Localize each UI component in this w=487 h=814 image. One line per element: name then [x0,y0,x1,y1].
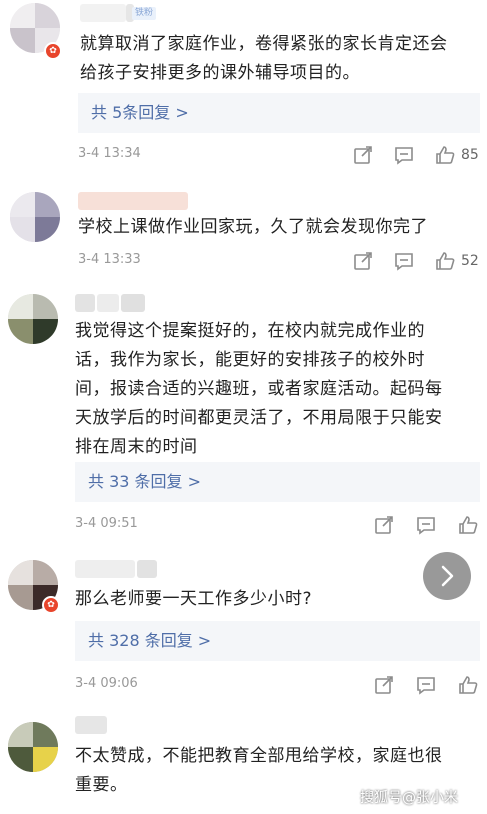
view-replies-link[interactable]: 共 5条回复 > [78,93,480,133]
timestamp: 3-4 09:51 [75,516,138,531]
avatar[interactable] [8,294,58,344]
comment-text: 学校上课做作业回家玩，久了就会发现你完了 [78,213,480,242]
comment-item: 学校上课做作业回家玩，久了就会发现你完了 3-4 13:33 52 [0,170,487,280]
comment-item: 我觉得这个提案挺好的，在校内就完成作业的 话，我作为家长，能更好的安排孩子的校外… [0,280,487,540]
thumbs-up-icon[interactable] [457,674,479,696]
comment-icon[interactable] [393,250,415,272]
username[interactable] [75,294,175,312]
username[interactable] [80,4,170,22]
chevron-right-icon [441,565,454,587]
comment-text-line: 我觉得这个提案挺好的，在校内就完成作业的 [75,321,425,341]
comment-item: ✿ 那么老师要一天工作多少小时? 共 328 条回复 > 3-4 09:06 [0,540,487,710]
comment-meta: 3-4 13:33 52 [78,250,480,272]
share-icon[interactable] [373,674,395,696]
timestamp: 3-4 13:33 [78,252,141,267]
share-icon[interactable] [352,250,374,272]
share-icon[interactable] [352,144,374,166]
comment-text-line: 那么老师要一天工作多少小时? [75,589,313,609]
comment-text-line: 排在周末的时间 [75,437,198,457]
comment-text-line: 给孩子安排更多的课外辅导项目的。 [80,63,360,83]
timestamp: 3-4 09:06 [75,676,138,691]
comment-text: 我觉得这个提案挺好的，在校内就完成作业的 话，我作为家长，能更好的安排孩子的校外… [75,317,480,462]
share-icon[interactable] [373,514,395,536]
thumbs-up-icon[interactable] [457,514,479,536]
comment-text-line: 不太赞成，不能把教育全部甩给学校，家庭也很 [75,746,443,766]
comment-icon[interactable] [393,144,415,166]
username[interactable] [75,716,135,734]
next-button[interactable] [423,552,471,600]
avatar[interactable] [8,722,58,772]
comment-meta: 3-4 13:34 85 [78,144,480,166]
fan-badge: 铁粉 [132,7,157,20]
avatar[interactable] [10,192,60,242]
comment-item: ✿ 铁粉 就算取消了家庭作业，卷得紧张的家长肯定还会 给孩子安排更多的课外辅导项… [0,0,487,170]
verified-badge-icon: ✿ [44,42,62,60]
comment-text-line: 话，我作为家长，能更好的安排孩子的校外时 [75,350,425,370]
view-replies-link[interactable]: 共 328 条回复 > [75,621,480,661]
comment-text-line: 天放学后的时间都更灵活了，不用局限于只能安 [75,408,443,428]
timestamp: 3-4 13:34 [78,146,141,161]
view-replies-link[interactable]: 共 33 条回复 > [75,462,480,502]
username[interactable] [75,560,185,578]
username[interactable] [78,192,198,210]
like-count: 85 [461,147,479,163]
thumbs-up-icon[interactable] [434,144,456,166]
comment-text-line: 学校上课做作业回家玩，久了就会发现你完了 [78,217,428,237]
comment-text: 那么老师要一天工作多少小时? [75,585,480,614]
comment-text-line: 就算取消了家庭作业，卷得紧张的家长肯定还会 [80,34,448,54]
comment-text: 就算取消了家庭作业，卷得紧张的家长肯定还会 给孩子安排更多的课外辅导项目的。 [80,30,480,88]
watermark: 搜狐号@张小米 [360,790,458,806]
comment-text-line: 间，报读合适的兴趣班，或者家庭活动。起码每 [75,379,443,399]
comment-meta: 3-4 09:51 [75,514,480,536]
comment-icon[interactable] [415,514,437,536]
verified-badge-icon: ✿ [42,596,60,614]
comment-icon[interactable] [415,674,437,696]
comment-meta: 3-4 09:06 [75,674,480,696]
like-count: 52 [461,253,479,269]
thumbs-up-icon[interactable] [434,250,456,272]
